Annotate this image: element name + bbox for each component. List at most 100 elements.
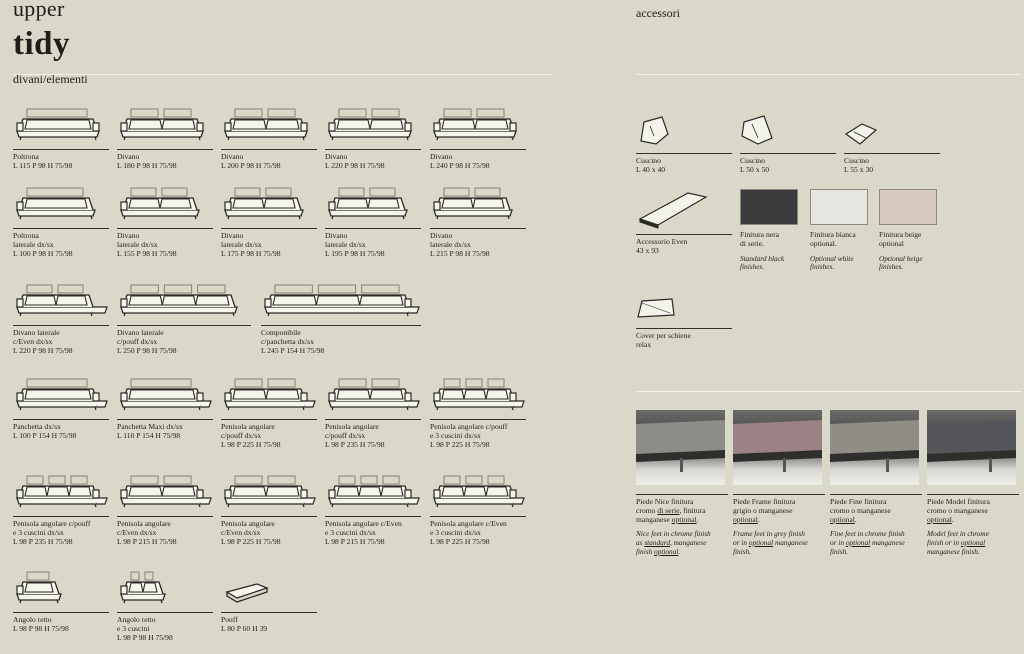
sofa-drawing-icon <box>16 378 108 411</box>
sofa-drawing-icon <box>16 571 62 604</box>
element-dims: L 98 P 235 H 75/98 <box>325 439 385 449</box>
underlined-term: optional <box>830 514 855 524</box>
finish-label-it: Finitura nera di serie. <box>740 230 780 248</box>
element-card[interactable]: Penisola angolare c/pouff e 3 cuscini dx… <box>13 470 109 546</box>
sofa-drawing-icon <box>328 475 420 508</box>
element-card[interactable]: Divano laterale c/Even dx/sx L 220 P 98 H… <box>13 279 109 355</box>
foot-text: . <box>696 514 699 524</box>
element-drawing <box>117 182 213 228</box>
foot-photo <box>927 410 1016 485</box>
element-drawing <box>430 103 526 149</box>
sofa-drawing-icon <box>120 378 212 411</box>
element-drawing <box>325 373 421 419</box>
foot-text: grigio o manganese <box>733 505 793 515</box>
element-card[interactable]: Divano laterale dx/sx L 155 P 98 H 75/98 <box>117 182 213 258</box>
element-dims: L 240 P 98 H 75/98 <box>430 160 490 170</box>
foot-label-en: Model feet in chrome finish or in optiona… <box>927 530 1019 556</box>
foot-text: Piede Frame finitura <box>733 497 796 506</box>
finish-card-black[interactable]: Finitura nera di serie. Standard black f… <box>740 189 800 272</box>
sofa-drawing-icon <box>120 108 204 141</box>
element-card[interactable]: Divano L 200 P 98 H 75/98 <box>221 103 317 171</box>
even-accessory-card[interactable]: Accessorio Even 43 x 93 <box>636 189 732 256</box>
model-title: tidy <box>13 26 71 62</box>
underlined-term: optional <box>845 537 871 547</box>
element-card[interactable]: Penisola angolare c/Even dx/sx L 98 P 215… <box>117 470 213 546</box>
element-card[interactable]: Divano L 240 P 98 H 75/98 <box>430 103 526 171</box>
foot-photo <box>733 410 822 485</box>
element-drawing <box>13 182 109 228</box>
element-card[interactable]: Penisola angolare c/Even e 3 cuscini dx/… <box>325 470 421 546</box>
element-drawing <box>325 182 421 228</box>
element-rule <box>430 419 526 420</box>
finish-label-en: Standard black finishes. <box>740 253 785 272</box>
foot-text: . <box>854 514 857 524</box>
element-rule <box>261 325 421 326</box>
foot-text: cromo o manganese <box>830 505 891 515</box>
even-dims: 43 x 93 <box>636 245 659 255</box>
element-card[interactable]: Divano laterale dx/sx L 195 P 98 H 75/98 <box>325 182 421 258</box>
element-rule <box>221 516 317 517</box>
element-dims: L 98 P 215 H 75/98 <box>117 536 177 546</box>
foot-label-it: Piede Nice finitura cromo di serie, finit… <box>636 497 728 524</box>
element-card[interactable]: Penisola angolare c/pouff e 3 cuscini dx… <box>430 373 526 449</box>
element-card[interactable]: Divano laterale dx/sx L 215 P 98 H 75/98 <box>430 182 526 258</box>
finish-swatch-black <box>740 189 798 225</box>
element-card[interactable]: Penisola angolare c/pouff dx/sx L 98 P 23… <box>325 373 421 449</box>
sofa-drawing-icon <box>120 571 166 604</box>
foot-card[interactable]: Piede Model finitura cromo o manganese opt… <box>927 410 1019 556</box>
underlined-term: optional <box>733 514 758 524</box>
sofa-drawing-icon <box>328 187 408 220</box>
element-card[interactable]: Divano L 220 P 98 H 75/98 <box>325 103 421 171</box>
element-name: Penisola angolare c/Even dx/sx <box>221 519 275 537</box>
foot-card[interactable]: Piede Frame finitura grigio o manganese op… <box>733 410 825 556</box>
element-drawing <box>261 279 421 325</box>
finish-card-beige[interactable]: Finitura beige optional Optional beige f… <box>879 189 939 272</box>
element-rule <box>430 228 526 229</box>
element-dims: L 115 P 98 H 75/98 <box>13 160 73 170</box>
element-card[interactable]: Divano laterale dx/sx L 175 P 98 H 75/98 <box>221 182 317 258</box>
cover-name: Cover per schiene relax <box>636 331 691 349</box>
cushion-card[interactable]: Cuscino L 40 x 40 <box>636 114 732 175</box>
element-drawing <box>13 373 109 419</box>
element-drawing <box>13 470 109 516</box>
foot-card[interactable]: Piede Nice finitura cromo di serie, finit… <box>636 410 728 556</box>
element-card[interactable]: Divano laterale c/pouff dx/sx L 250 P 98 … <box>117 279 251 355</box>
element-card[interactable]: Angolo retto e 3 cuscini L 98 P 98 H 75/9… <box>117 566 213 642</box>
element-name: Penisola angolare c/Even dx/sx <box>117 519 171 537</box>
cover-card[interactable]: Cover per schiene relax <box>636 297 732 350</box>
element-card[interactable]: Pouff L 80 P 60 H 39 <box>221 566 317 634</box>
element-card[interactable]: Divano L 180 P 98 H 75/98 <box>117 103 213 171</box>
element-card[interactable]: Angolo retto L 98 P 98 H 75/98 <box>13 566 109 634</box>
element-name: Penisola angolare c/Even e 3 cuscini dx/… <box>430 519 507 537</box>
element-drawing <box>325 470 421 516</box>
element-card[interactable]: Penisola angolare c/pouff dx/sx L 98 P 22… <box>221 373 317 449</box>
finish-label-it: Finitura beige optional <box>879 230 922 248</box>
element-dims: L 80 P 60 H 39 <box>221 623 268 633</box>
element-dims: L 155 P 98 H 75/98 <box>117 248 177 258</box>
element-card[interactable]: Poltrona L 115 P 98 H 75/98 <box>13 103 109 171</box>
finish-card-white[interactable]: Finitura bianca optional. Optional white… <box>810 189 870 272</box>
feet-divider <box>636 391 1022 392</box>
cushion-card[interactable]: Cuscino L 55 x 30 <box>844 114 940 175</box>
cushion-card[interactable]: Cuscino L 50 x 50 <box>740 114 836 175</box>
foot-photo <box>830 410 919 485</box>
finish-label-en: Optional beige finishes. <box>879 253 923 272</box>
element-card[interactable]: Poltrona laterale dx/sx L 100 P 98 H 75/9… <box>13 182 109 258</box>
element-rule <box>13 612 109 613</box>
element-name: Penisola angolare c/pouff e 3 cuscini dx… <box>13 519 91 537</box>
element-name: Penisola angolare c/pouff e 3 cuscini dx… <box>430 422 508 440</box>
element-card[interactable]: Componibile c/panchetta dx/sx L 245 P 154… <box>261 279 421 355</box>
foot-text: manganese <box>870 537 905 547</box>
cushion-dims: L 55 x 30 <box>844 164 874 174</box>
element-rule <box>13 419 109 420</box>
element-card[interactable]: Panchetta dx/sx L 100 P 154 H 75/98 <box>13 373 109 441</box>
cushion-dims: L 40 x 40 <box>636 164 666 174</box>
element-card[interactable]: Panchetta Maxi dx/sx L 110 P 154 H 75/98 <box>117 373 213 441</box>
foot-text: manganese finish. <box>927 546 980 556</box>
sofa-drawing-icon <box>224 378 316 411</box>
cushion-square-icon <box>640 116 669 145</box>
element-drawing <box>325 103 421 149</box>
element-card[interactable]: Penisola angolare c/Even dx/sx L 98 P 225… <box>221 470 317 546</box>
element-card[interactable]: Penisola angolare c/Even e 3 cuscini dx/… <box>430 470 526 546</box>
foot-card[interactable]: Piede Fine finitura cromo o manganese opti… <box>830 410 922 556</box>
